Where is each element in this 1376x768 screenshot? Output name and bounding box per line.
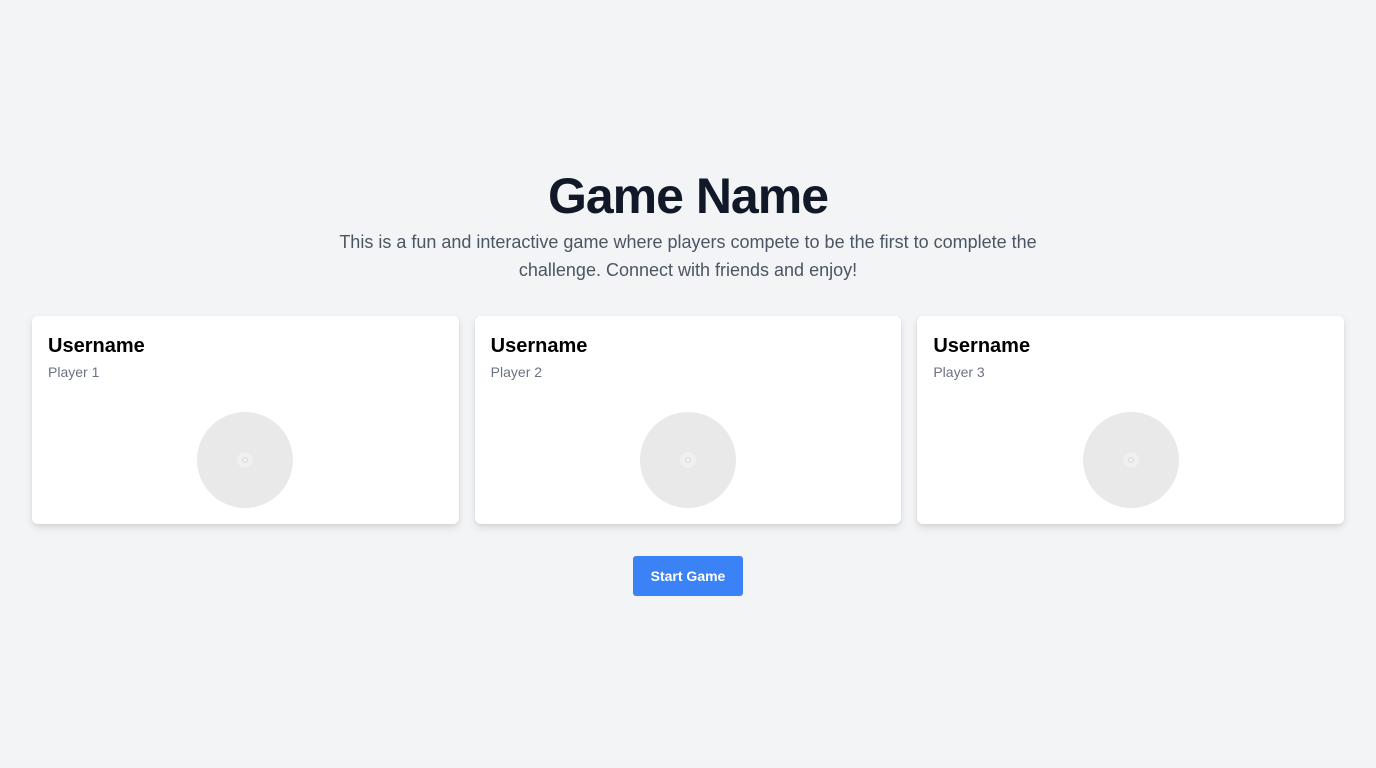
player-card-2[interactable]: Username Player 2 <box>474 316 902 524</box>
game-lobby: Game Name This is a fun and interactive … <box>0 0 1376 768</box>
player-username: Username <box>490 335 588 357</box>
player-label: Player 2 <box>490 364 543 380</box>
start-game-button[interactable]: Start Game <box>633 556 743 596</box>
player-card-1[interactable]: Username Player 1 <box>32 316 459 524</box>
game-description: This is a fun and interactive game where… <box>339 232 1037 280</box>
player-cards: Username Player 1 Username Player 2 User… <box>32 316 1345 524</box>
player-username: Username <box>933 335 1031 357</box>
page-title: Game Name <box>547 168 829 224</box>
avatar-placeholder-icon <box>680 452 696 468</box>
avatar <box>1082 412 1179 508</box>
avatar <box>640 412 736 508</box>
player-username: Username <box>48 335 145 357</box>
avatar-placeholder-icon <box>237 452 254 468</box>
player-label: Player 3 <box>933 364 985 380</box>
avatar-placeholder-icon <box>1122 452 1139 468</box>
avatar <box>197 412 294 508</box>
player-label: Player 1 <box>48 364 100 380</box>
player-card-3[interactable]: Username Player 3 <box>917 316 1345 524</box>
